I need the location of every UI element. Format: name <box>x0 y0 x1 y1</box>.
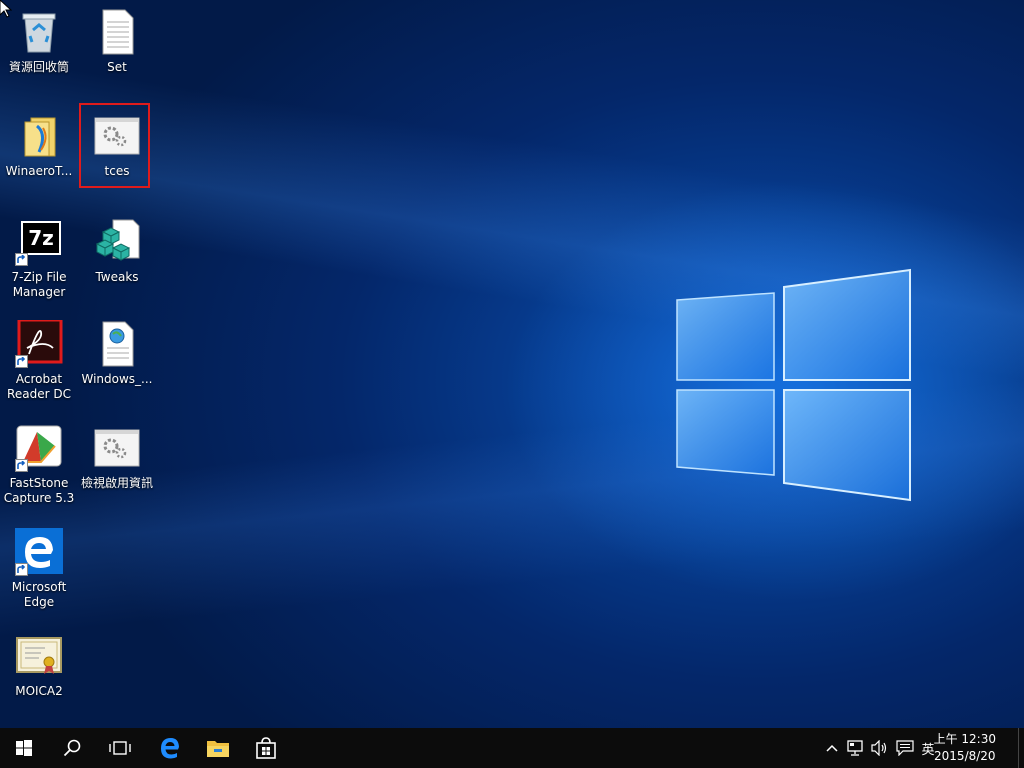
desktop-icon-faststone[interactable]: FastStone Capture 5.3 <box>1 424 77 506</box>
taskbar-store-button[interactable] <box>242 728 290 768</box>
desktop-icon-label: Set <box>107 60 127 74</box>
desktop-icon-label: WinaeroT... <box>5 164 73 178</box>
store-icon <box>256 737 276 759</box>
web-document-icon <box>93 320 141 368</box>
settings-file-icon <box>93 424 141 472</box>
desktop-icon-acrobat[interactable]: Acrobat Reader DC <box>1 318 77 402</box>
taskbar-edge-button[interactable] <box>146 728 194 768</box>
action-center-icon <box>896 740 914 756</box>
faststone-icon <box>15 424 63 472</box>
7zip-glyph: 7z <box>21 221 61 255</box>
desktop-icon-label: 檢視啟用資訊 <box>80 476 153 490</box>
action-center-button[interactable] <box>893 728 917 768</box>
desktop-icon-moica2[interactable]: MOICA2 <box>1 632 77 699</box>
settings-file-icon <box>93 112 141 160</box>
task-view-icon <box>109 741 131 755</box>
7zip-icon: 7z <box>15 218 63 266</box>
file-explorer-icon <box>207 741 229 757</box>
registry-icon <box>93 218 141 266</box>
desktop-icon-label: Tweaks <box>95 270 139 284</box>
shortcut-arrow-icon <box>15 563 28 576</box>
desktop-icon-tweaks[interactable]: Tweaks <box>79 218 155 285</box>
search-icon <box>63 739 81 757</box>
desktop-icon-tces[interactable]: tces <box>79 112 155 179</box>
desktop-icon-winaero[interactable]: WinaeroT... <box>1 112 77 179</box>
desktop-icon-activation-info[interactable]: 檢視啟用資訊 <box>79 424 155 491</box>
edge-icon <box>161 738 179 759</box>
clock[interactable]: 上午 12:30 2015/8/20 <box>934 731 996 765</box>
shortcut-arrow-icon <box>15 459 28 472</box>
task-view-button[interactable] <box>96 728 144 768</box>
chevron-up-icon <box>826 744 838 752</box>
desktop-icon-label: MOICA2 <box>15 684 63 698</box>
shortcut-arrow-icon <box>15 253 28 266</box>
start-icon <box>16 740 32 756</box>
desktop-icon-label: 資源回收筒 <box>8 60 69 74</box>
shortcut-arrow-icon <box>15 355 28 368</box>
desktop-icon-windows-file[interactable]: Windows_... <box>79 320 155 387</box>
acrobat-icon <box>15 318 63 368</box>
input-method-label: 英 <box>921 742 935 758</box>
start-button[interactable] <box>0 728 48 768</box>
desktop-icon-label: Windows_... <box>81 372 153 386</box>
search-button[interactable] <box>48 728 96 768</box>
folder-icon <box>15 112 63 160</box>
text-file-icon <box>93 8 141 56</box>
desktop-icon-edge[interactable]: Microsoft Edge <box>1 528 77 610</box>
desktop-icon-recycle-bin[interactable]: 資源回收筒 <box>1 8 77 75</box>
volume-icon <box>871 740 887 756</box>
windows-logo-light <box>676 268 911 502</box>
show-hidden-icons-button[interactable] <box>822 728 842 768</box>
desktop-icon-label: Acrobat Reader DC <box>7 372 71 401</box>
clock-date: 2015/8/20 <box>934 749 996 763</box>
edge-icon <box>15 528 63 576</box>
volume-button[interactable] <box>868 728 892 768</box>
show-desktop-button[interactable] <box>1018 728 1024 768</box>
taskbar: 英 上午 12:30 2015/8/20 <box>0 728 1024 768</box>
network-icon <box>847 740 863 756</box>
desktop-icon-label: Microsoft Edge <box>11 580 67 609</box>
recycle-bin-icon <box>15 8 63 56</box>
network-button[interactable] <box>844 728 868 768</box>
desktop-icon-label: tces <box>104 164 130 178</box>
desktop-icon-7zip[interactable]: 7z 7-Zip File Manager <box>1 218 77 300</box>
desktop-icon-set[interactable]: Set <box>79 8 155 75</box>
taskbar-file-explorer-button[interactable] <box>194 728 242 768</box>
mouse-cursor-icon <box>0 0 12 18</box>
desktop-icon-label: 7-Zip File Manager <box>11 270 67 299</box>
certificate-icon <box>15 632 63 680</box>
clock-time: 上午 12:30 <box>933 732 996 746</box>
desktop-icon-label: FastStone Capture 5.3 <box>3 476 75 505</box>
